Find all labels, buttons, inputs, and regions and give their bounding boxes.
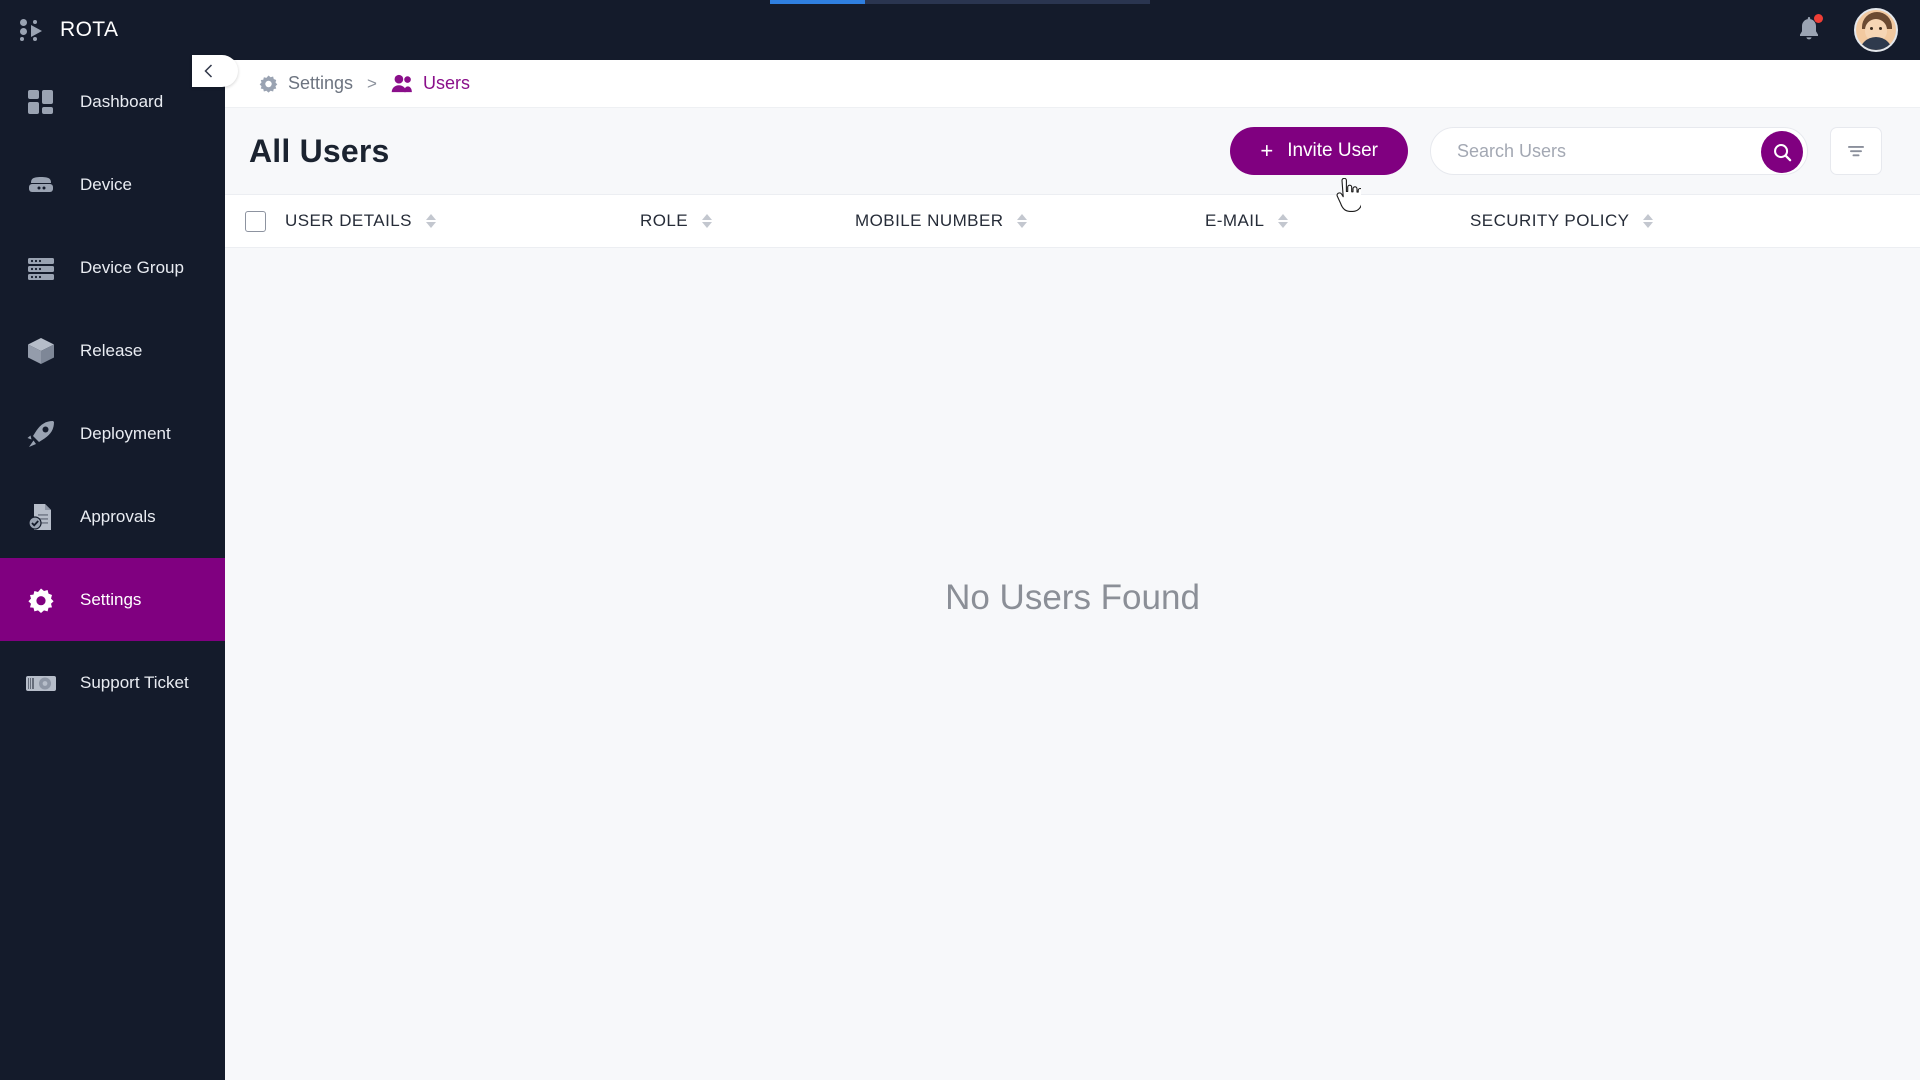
invite-user-button[interactable]: + Invite User	[1230, 127, 1408, 175]
sidebar-item-label: Settings	[80, 589, 142, 609]
invite-user-label: Invite User	[1287, 140, 1378, 161]
brand-name: ROTA	[60, 18, 119, 41]
breadcrumb-label: Users	[422, 73, 470, 93]
brand[interactable]: ROTA	[0, 0, 225, 60]
chevron-left-icon	[204, 64, 213, 78]
page-title: All Users	[249, 132, 390, 169]
column-label: E-MAIL	[1205, 211, 1265, 230]
loading-progress-bar	[770, 0, 1150, 4]
column-header-security-policy[interactable]: SECURITY POLICY	[1470, 211, 1790, 231]
filter-icon	[1848, 146, 1864, 157]
top-bar-right	[1792, 0, 1898, 60]
notification-bell-button[interactable]	[1792, 13, 1826, 47]
search-icon	[1773, 143, 1791, 161]
breadcrumb-item-settings[interactable]: Settings	[258, 73, 353, 94]
device-group-icon	[24, 251, 58, 285]
column-label: MOBILE NUMBER	[855, 211, 1004, 230]
sidebar-item-label: Dashboard	[80, 91, 164, 111]
plus-icon: +	[1260, 138, 1274, 163]
column-header-role[interactable]: ROLE	[640, 211, 855, 231]
sidebar-item-support-ticket[interactable]: Support Ticket	[0, 641, 225, 724]
sidebar-item-label: Deployment	[80, 423, 171, 443]
column-label: ROLE	[640, 211, 689, 230]
sidebar-item-label: Support Ticket	[80, 672, 189, 692]
release-box-icon	[24, 334, 58, 368]
sidebar-item-release[interactable]: Release	[0, 309, 225, 392]
top-bar: ROTA	[0, 0, 1920, 60]
sort-icon[interactable]	[702, 214, 713, 228]
dashboard-grid-icon	[24, 85, 58, 119]
sidebar-item-device-group[interactable]: Device Group	[0, 226, 225, 309]
sidebar-item-device[interactable]: Device	[0, 143, 225, 226]
breadcrumb-item-users[interactable]: Users	[391, 73, 470, 94]
app-root: ROTA Dashboard Device Device Group Relea…	[0, 0, 1920, 1080]
sidebar: Dashboard Device Device Group Release De…	[0, 60, 225, 1080]
document-check-icon	[24, 500, 58, 534]
select-all-checkbox-cell	[225, 210, 285, 232]
header-actions: + Invite User	[1230, 127, 1882, 175]
column-header-email[interactable]: E-MAIL	[1205, 211, 1470, 231]
sort-icon[interactable]	[1278, 214, 1289, 228]
table-header-row: USER DETAILS ROLE MOBILE NUMBER E-MAIL S…	[225, 194, 1920, 248]
support-ticket-icon	[24, 666, 58, 700]
page-header: All Users + Invite User	[225, 108, 1920, 194]
filter-button[interactable]	[1830, 127, 1882, 175]
column-label: SECURITY POLICY	[1470, 211, 1630, 230]
device-server-icon	[24, 168, 58, 202]
gear-icon	[259, 75, 278, 93]
sort-icon[interactable]	[425, 214, 436, 228]
breadcrumb-label: Settings	[288, 73, 354, 93]
sidebar-item-label: Approvals	[80, 506, 156, 526]
rota-dots-logo-icon	[20, 17, 46, 43]
sidebar-item-label: Device	[80, 174, 132, 194]
avatar[interactable]	[1854, 8, 1898, 52]
column-header-user-details[interactable]: USER DETAILS	[285, 211, 640, 231]
column-header-mobile-number[interactable]: MOBILE NUMBER	[855, 211, 1205, 231]
main-content: Settings > Users All Users + Invite User	[225, 60, 1920, 1080]
empty-state-message: No Users Found	[945, 578, 1200, 617]
sidebar-item-label: Device Group	[80, 257, 184, 277]
table-body: No Users Found	[225, 248, 1920, 1008]
sidebar-item-settings[interactable]: Settings	[0, 558, 225, 641]
sort-icon[interactable]	[1643, 214, 1654, 228]
sort-icon[interactable]	[1017, 214, 1028, 228]
sidebar-collapse-button[interactable]	[192, 55, 238, 87]
search-input[interactable]	[1457, 140, 1707, 162]
users-icon	[391, 74, 412, 93]
sidebar-item-approvals[interactable]: Approvals	[0, 475, 225, 558]
gear-icon	[24, 583, 58, 617]
column-label: USER DETAILS	[285, 211, 412, 230]
checkbox-unchecked-icon[interactable]	[244, 210, 266, 232]
rocket-icon	[24, 417, 58, 451]
breadcrumb: Settings > Users	[225, 60, 1920, 108]
sidebar-item-label: Release	[80, 340, 143, 360]
search-users-field[interactable]	[1430, 127, 1808, 175]
notification-badge	[1814, 14, 1823, 23]
search-submit-button[interactable]	[1761, 131, 1803, 173]
sidebar-item-deployment[interactable]: Deployment	[0, 392, 225, 475]
breadcrumb-separator: >	[367, 73, 377, 93]
